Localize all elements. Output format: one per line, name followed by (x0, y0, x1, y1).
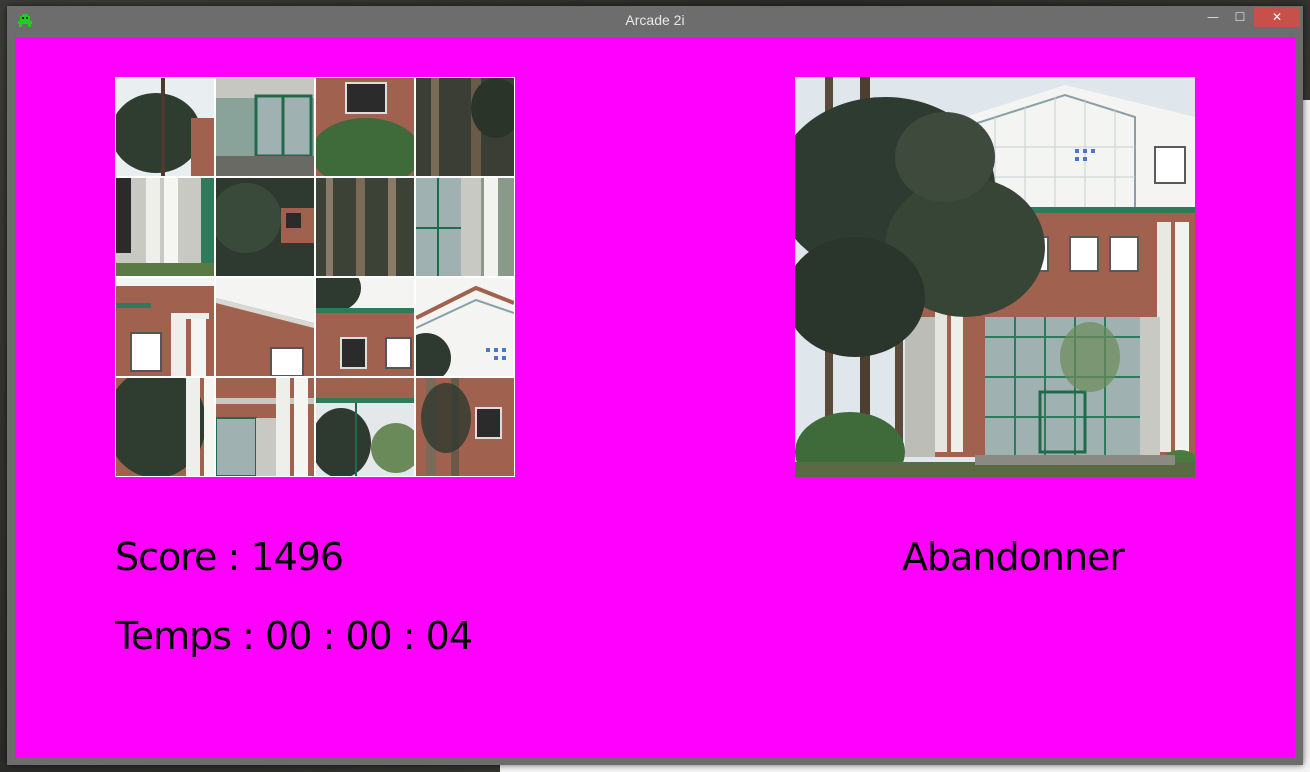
puzzle-tile[interactable] (316, 278, 414, 376)
puzzle-tile[interactable] (116, 278, 214, 376)
title-bar[interactable]: Arcade 2i — ☐ ✕ (7, 6, 1303, 34)
puzzle-tile[interactable] (116, 178, 214, 276)
puzzle-tile[interactable] (216, 178, 314, 276)
puzzle-tile[interactable] (416, 278, 514, 376)
puzzle-tile[interactable] (116, 78, 214, 176)
reference-image (795, 77, 1195, 477)
close-button[interactable]: ✕ (1254, 7, 1300, 27)
puzzle-tile[interactable] (216, 378, 314, 476)
game-area: Score : 1496 Temps : 00 : 00 : 04 Abando… (15, 37, 1295, 757)
puzzle-tile[interactable] (416, 78, 514, 176)
minimize-button[interactable]: — (1200, 7, 1226, 27)
score-display: Score : 1496 (115, 535, 344, 579)
puzzle-grid (115, 77, 515, 477)
puzzle-tile[interactable] (216, 278, 314, 376)
puzzle-tile[interactable] (316, 178, 414, 276)
time-display: Temps : 00 : 00 : 04 (115, 614, 473, 658)
puzzle-tile[interactable] (416, 378, 514, 476)
abandon-button[interactable]: Abandonner (902, 535, 1125, 579)
puzzle-tile[interactable] (416, 178, 514, 276)
puzzle-tile[interactable] (116, 378, 214, 476)
puzzle-tile[interactable] (216, 78, 314, 176)
maximize-button[interactable]: ☐ (1227, 7, 1253, 27)
app-window: Arcade 2i — ☐ ✕ Score: 1496 Temps: 00 … (7, 6, 1303, 765)
puzzle-tile[interactable] (316, 378, 414, 476)
window-title: Arcade 2i (625, 12, 685, 28)
puzzle-tile[interactable] (316, 78, 414, 176)
